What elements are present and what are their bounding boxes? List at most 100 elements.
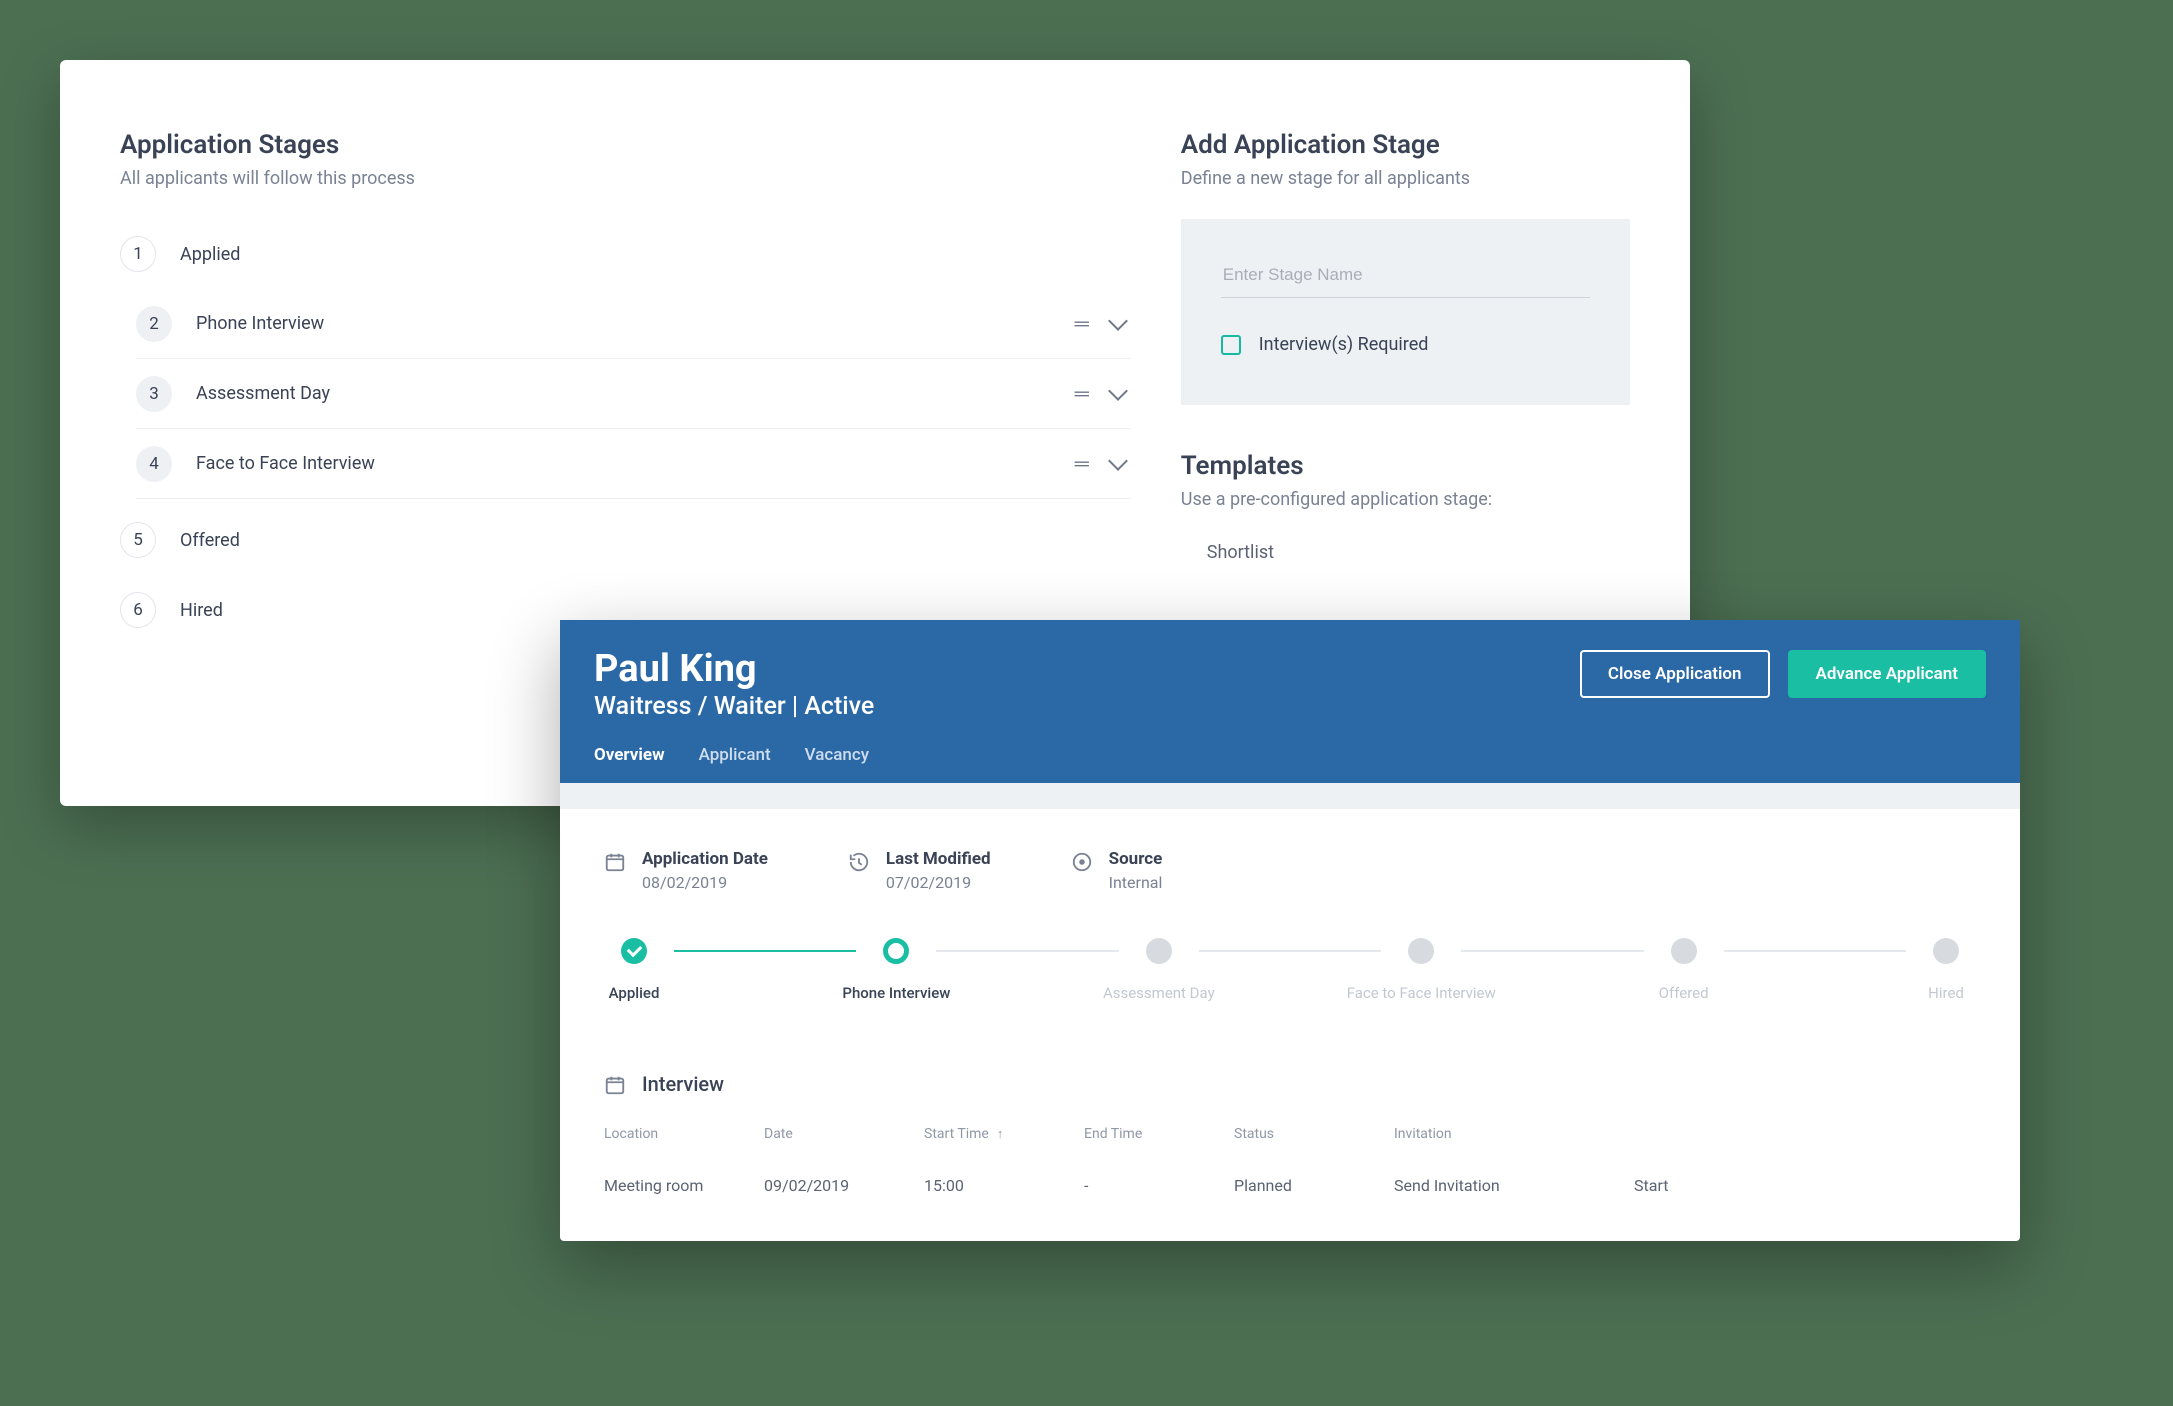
meta-application-date: Application Date 08/02/2019 (604, 849, 768, 892)
col-end-time[interactable]: End Time (1084, 1126, 1234, 1142)
current-circle-icon (883, 938, 909, 964)
add-stage-form: Interview(s) Required (1181, 219, 1630, 405)
pipeline-label: Hired (1928, 984, 1964, 1002)
templates-title: Templates (1181, 451, 1630, 481)
sort-ascending-icon: ↑ (997, 1127, 1004, 1142)
tab-applicant[interactable]: Applicant (699, 745, 771, 783)
add-stage-subtitle: Define a new stage for all applicants (1181, 168, 1630, 189)
checkbox-label: Interview(s) Required (1259, 334, 1429, 355)
advance-applicant-button[interactable]: Advance Applicant (1788, 650, 1986, 698)
drag-handle-icon[interactable]: ═ (1075, 381, 1087, 406)
pipeline-label: Phone Interview (842, 984, 950, 1002)
pipeline-node-phone-interview[interactable]: Phone Interview (866, 938, 926, 1002)
templates-subtitle: Use a pre-configured application stage: (1181, 489, 1630, 510)
pipeline-connector (936, 950, 1118, 952)
cell-start: 15:00 (924, 1176, 1084, 1195)
meta-label: Source (1109, 849, 1163, 869)
interview-required-row[interactable]: Interview(s) Required (1221, 334, 1590, 355)
col-start-label: Start Time (924, 1126, 989, 1142)
stages-title: Application Stages (120, 130, 1131, 160)
applicant-body: Application Date 08/02/2019 Last Modifie… (560, 809, 2020, 1241)
stage-number: 2 (136, 306, 172, 342)
pending-circle-icon (1408, 938, 1434, 964)
chevron-down-icon[interactable] (1108, 381, 1128, 401)
checkbox-icon[interactable] (1221, 335, 1241, 355)
stage-row-applied[interactable]: 1 Applied (120, 219, 1131, 289)
pipeline-node-offered[interactable]: Offered (1654, 938, 1714, 1002)
target-icon (1071, 851, 1093, 873)
interview-row: Meeting room 09/02/2019 15:00 - Planned … (604, 1176, 1976, 1195)
stage-label: Applied (180, 244, 1131, 265)
header-divider (560, 783, 2020, 809)
meta-value: Internal (1109, 873, 1163, 892)
pipeline-connector (674, 950, 856, 952)
meta-last-modified: Last Modified 07/02/2019 (848, 849, 991, 892)
meta-value: 07/02/2019 (886, 873, 991, 892)
pending-circle-icon (1933, 938, 1959, 964)
pipeline-label: Face to Face Interview (1347, 984, 1496, 1002)
chevron-down-icon[interactable] (1108, 451, 1128, 471)
close-application-button[interactable]: Close Application (1580, 650, 1770, 698)
meta-label: Last Modified (886, 849, 991, 869)
applicant-role-status: Waitress / Waiter | Active (594, 692, 874, 721)
pipeline-connector (1461, 950, 1643, 952)
pipeline-node-hired[interactable]: Hired (1916, 938, 1976, 1002)
chevron-down-icon[interactable] (1108, 311, 1128, 331)
pending-circle-icon (1671, 938, 1697, 964)
stage-row-assessment-day[interactable]: 3 Assessment Day ═ (136, 359, 1131, 429)
stage-row-offered[interactable]: 5 Offered (120, 505, 1131, 575)
tab-vacancy[interactable]: Vacancy (805, 745, 869, 783)
history-icon (848, 851, 870, 873)
interview-title: Interview (642, 1072, 724, 1096)
applicant-name: Paul King (594, 650, 874, 688)
stage-row-face-to-face[interactable]: 4 Face to Face Interview ═ (136, 429, 1131, 499)
meta-value: 08/02/2019 (642, 873, 768, 892)
send-invitation-link[interactable]: Send Invitation (1394, 1176, 1634, 1195)
stages-subtitle: All applicants will follow this process (120, 168, 1131, 189)
stage-number: 1 (120, 236, 156, 272)
stage-label: Face to Face Interview (196, 453, 1075, 474)
add-stage-title: Add Application Stage (1181, 130, 1630, 160)
applicant-header: Paul King Waitress / Waiter | Active Clo… (560, 620, 2020, 783)
col-start-time[interactable]: Start Time ↑ (924, 1126, 1084, 1142)
stage-label: Offered (180, 530, 1131, 551)
pipeline-label: Assessment Day (1103, 984, 1215, 1002)
pipeline-connector (1724, 950, 1906, 952)
stage-label: Hired (180, 600, 1131, 621)
meta-row: Application Date 08/02/2019 Last Modifie… (604, 849, 1976, 892)
stage-number: 4 (136, 446, 172, 482)
tab-overview[interactable]: Overview (594, 745, 665, 783)
cell-end: - (1084, 1176, 1234, 1195)
drag-handle-icon[interactable]: ═ (1075, 451, 1087, 476)
interview-table-header: Location Date Start Time ↑ End Time Statu… (604, 1126, 1976, 1142)
interview-table: Location Date Start Time ↑ End Time Statu… (604, 1126, 1976, 1195)
template-item-shortlist[interactable]: Shortlist (1181, 526, 1630, 563)
pipeline-node-applied[interactable]: Applied (604, 938, 664, 1002)
cell-date: 09/02/2019 (764, 1176, 924, 1195)
stage-row-phone-interview[interactable]: 2 Phone Interview ═ (136, 289, 1131, 359)
pipeline-node-assessment[interactable]: Assessment Day (1129, 938, 1189, 1002)
stage-number: 6 (120, 592, 156, 628)
meta-label: Application Date (642, 849, 768, 869)
pending-circle-icon (1146, 938, 1172, 964)
stage-name-input[interactable] (1221, 259, 1590, 298)
pipeline-label: Applied (609, 984, 660, 1002)
col-invitation[interactable]: Invitation (1394, 1126, 1634, 1142)
stage-label: Assessment Day (196, 383, 1075, 404)
interview-section-header: Interview (604, 1072, 1976, 1096)
cell-status: Planned (1234, 1176, 1394, 1195)
check-circle-icon (621, 938, 647, 964)
meta-source: Source Internal (1071, 849, 1163, 892)
col-location[interactable]: Location (604, 1126, 764, 1142)
pipeline-connector (1199, 950, 1381, 952)
calendar-icon (604, 1074, 626, 1096)
stage-number: 5 (120, 522, 156, 558)
stage-label: Phone Interview (196, 313, 1075, 334)
stage-number: 3 (136, 376, 172, 412)
col-status[interactable]: Status (1234, 1126, 1394, 1142)
col-date[interactable]: Date (764, 1126, 924, 1142)
drag-handle-icon[interactable]: ═ (1075, 311, 1087, 336)
start-interview-link[interactable]: Start (1634, 1176, 1774, 1195)
pipeline-node-face-to-face[interactable]: Face to Face Interview (1391, 938, 1451, 1002)
detail-tabs: Overview Applicant Vacancy (594, 745, 1986, 783)
